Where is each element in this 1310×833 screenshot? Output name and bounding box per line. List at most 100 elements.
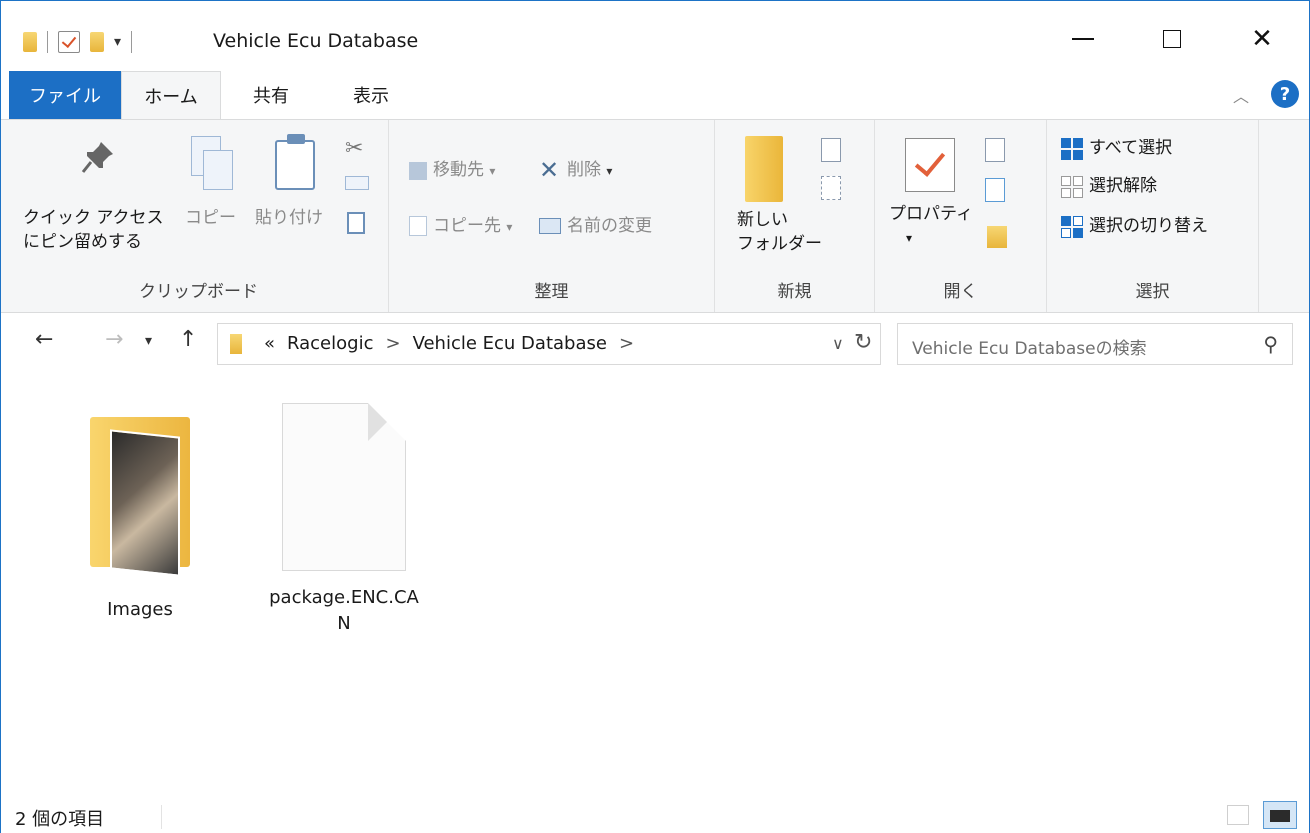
copy-button[interactable]: コピー [185,206,236,230]
large-icons-view-icon[interactable] [1263,801,1297,829]
delete-button[interactable]: 削除 ▾ [567,158,612,183]
search-box[interactable]: Vehicle Ecu Databaseの検索 ⚲ [897,323,1293,365]
close-button[interactable]: ✕ [1237,19,1287,59]
tab-view[interactable]: 表示 [331,71,411,119]
easy-access-icon[interactable] [821,176,841,200]
breadcrumb-item-racelogic[interactable]: Racelogic [287,333,373,354]
pin-quick-access-button[interactable]: クイック アクセス にピン留めする [23,206,164,254]
item-name: package.ENC.CAN [269,587,419,634]
breadcrumb-item-vehicle-ecu-database[interactable]: Vehicle Ecu Database [413,333,607,354]
new-folder-label-line1: 新しい [737,210,788,230]
qat-separator [47,31,48,53]
tab-share[interactable]: 共有 [231,71,311,119]
group-organize: 移動先 ▾ ✕ 削除 ▾ コピー先 ▾ 名前の変更 整理 [389,120,715,312]
move-to-button[interactable]: 移動先 ▾ [433,158,495,183]
ribbon: クイック アクセス にピン留めする コピー 貼り付け ✂ クリップボード 移動先… [1,119,1309,313]
select-none-button[interactable]: 選択解除 [1089,174,1157,198]
customize-qat-icon[interactable]: ▾ [114,34,121,50]
edit-icon[interactable] [985,178,1005,202]
copy-to-label: コピー先 [433,216,501,236]
ribbon-tabs: ファイル ホーム 共有 表示 ︿ ? [1,71,1309,120]
paste-icon [275,134,317,190]
maximize-icon [1163,30,1181,48]
list-item[interactable]: package.ENC.CAN [269,403,419,637]
breadcrumb-separator[interactable]: > [385,333,400,354]
new-item-icon[interactable] [821,138,841,162]
move-to-label: 移動先 [433,160,484,180]
group-new: 新しい フォルダー 新規 [715,120,875,312]
group-select: すべて選択 選択解除 選択の切り替え 選択 [1047,120,1259,312]
address-dropdown-icon[interactable]: ∨ [832,334,844,353]
select-all-icon [1061,138,1083,160]
group-open: プロパティ ▾ 開く [875,120,1047,312]
group-label-select: 選択 [1135,282,1170,302]
invert-selection-button[interactable]: 選択の切り替え [1089,214,1208,238]
item-name: Images [107,599,173,620]
open-icon[interactable] [985,138,1005,162]
copy-to-button[interactable]: コピー先 ▾ [433,214,512,239]
breadcrumb-overflow[interactable]: « [264,333,275,354]
forward-arrow-icon[interactable]: → [105,327,123,352]
status-separator [161,805,162,829]
help-icon[interactable]: ? [1271,80,1299,108]
file-list: Images package.ENC.CAN [1,373,1309,783]
tab-file[interactable]: ファイル [9,71,121,119]
group-label-organize: 整理 [534,282,569,302]
delete-label: 削除 [567,160,601,180]
navigation-bar: ← → ▾ ↑ « Racelogic > Vehicle Ecu Databa… [1,313,1309,373]
new-folder-icon[interactable] [90,32,104,52]
group-clipboard: クイック アクセス にピン留めする コピー 貼り付け ✂ クリップボード [9,120,389,312]
cut-icon[interactable]: ✂ [345,136,367,161]
new-folder-button[interactable]: 新しい フォルダー [737,208,822,256]
details-view-icon[interactable] [1227,805,1249,825]
qat-separator [131,31,133,53]
group-label-clipboard: クリップボード [139,282,258,302]
group-label-new: 新規 [777,282,812,302]
search-icon[interactable]: ⚲ [1263,332,1278,356]
item-count: 2 個の項目 [15,809,105,830]
breadcrumb-separator[interactable]: > [619,333,634,354]
address-bar[interactable]: « Racelogic > Vehicle Ecu Database > ∨ ↻ [217,323,881,365]
list-item[interactable]: Images [65,403,215,623]
properties-dropdown-icon: ▾ [905,231,913,245]
minimize-icon [1072,38,1094,40]
pin-label-line1: クイック アクセス [23,208,164,228]
properties-label: プロパティ [889,204,973,224]
properties-button[interactable]: プロパティ ▾ [889,202,973,250]
new-folder-label-line2: フォルダー [737,234,822,254]
select-none-icon [1061,176,1083,198]
tab-home[interactable]: ホーム [121,71,221,120]
quick-access-toolbar: ▾ [23,27,133,57]
pin-icon [81,142,113,173]
recent-locations-icon[interactable]: ▾ [145,333,152,349]
status-bar: 2 個の項目 [1,791,1309,833]
explorer-window: ▾ Vehicle Ecu Database ✕ ファイル ホーム 共有 表示 … [0,0,1310,833]
collapse-ribbon-icon[interactable]: ︿ [1233,83,1249,107]
move-to-icon [409,162,427,180]
select-all-button[interactable]: すべて選択 [1089,136,1172,160]
paste-button[interactable]: 貼り付け [255,206,323,230]
search-placeholder: Vehicle Ecu Databaseの検索 [912,339,1147,359]
copy-to-icon [409,216,427,236]
folder-thumbnail-icon [80,403,200,583]
back-arrow-icon[interactable]: ← [35,327,53,352]
delete-icon: ✕ [539,156,560,184]
paste-shortcut-icon[interactable] [347,212,365,234]
group-label-open: 開く [943,282,978,302]
copy-path-icon[interactable] [345,176,369,190]
properties-check-icon[interactable] [58,31,80,53]
copy-icon [191,136,235,192]
rename-icon [539,218,561,234]
up-arrow-icon[interactable]: ↑ [179,327,197,352]
pin-label-line2: にピン留めする [23,232,142,252]
window-title: Vehicle Ecu Database [213,30,419,52]
breadcrumb: « Racelogic > Vehicle Ecu Database > [264,333,634,354]
rename-button[interactable]: 名前の変更 [567,214,652,238]
folder-icon [230,334,242,354]
folder-icon [23,32,37,52]
new-folder-icon [745,136,783,202]
maximize-button[interactable] [1147,19,1197,59]
minimize-button[interactable] [1058,19,1108,59]
refresh-icon[interactable]: ↻ [854,330,872,355]
history-icon[interactable] [987,226,1007,248]
